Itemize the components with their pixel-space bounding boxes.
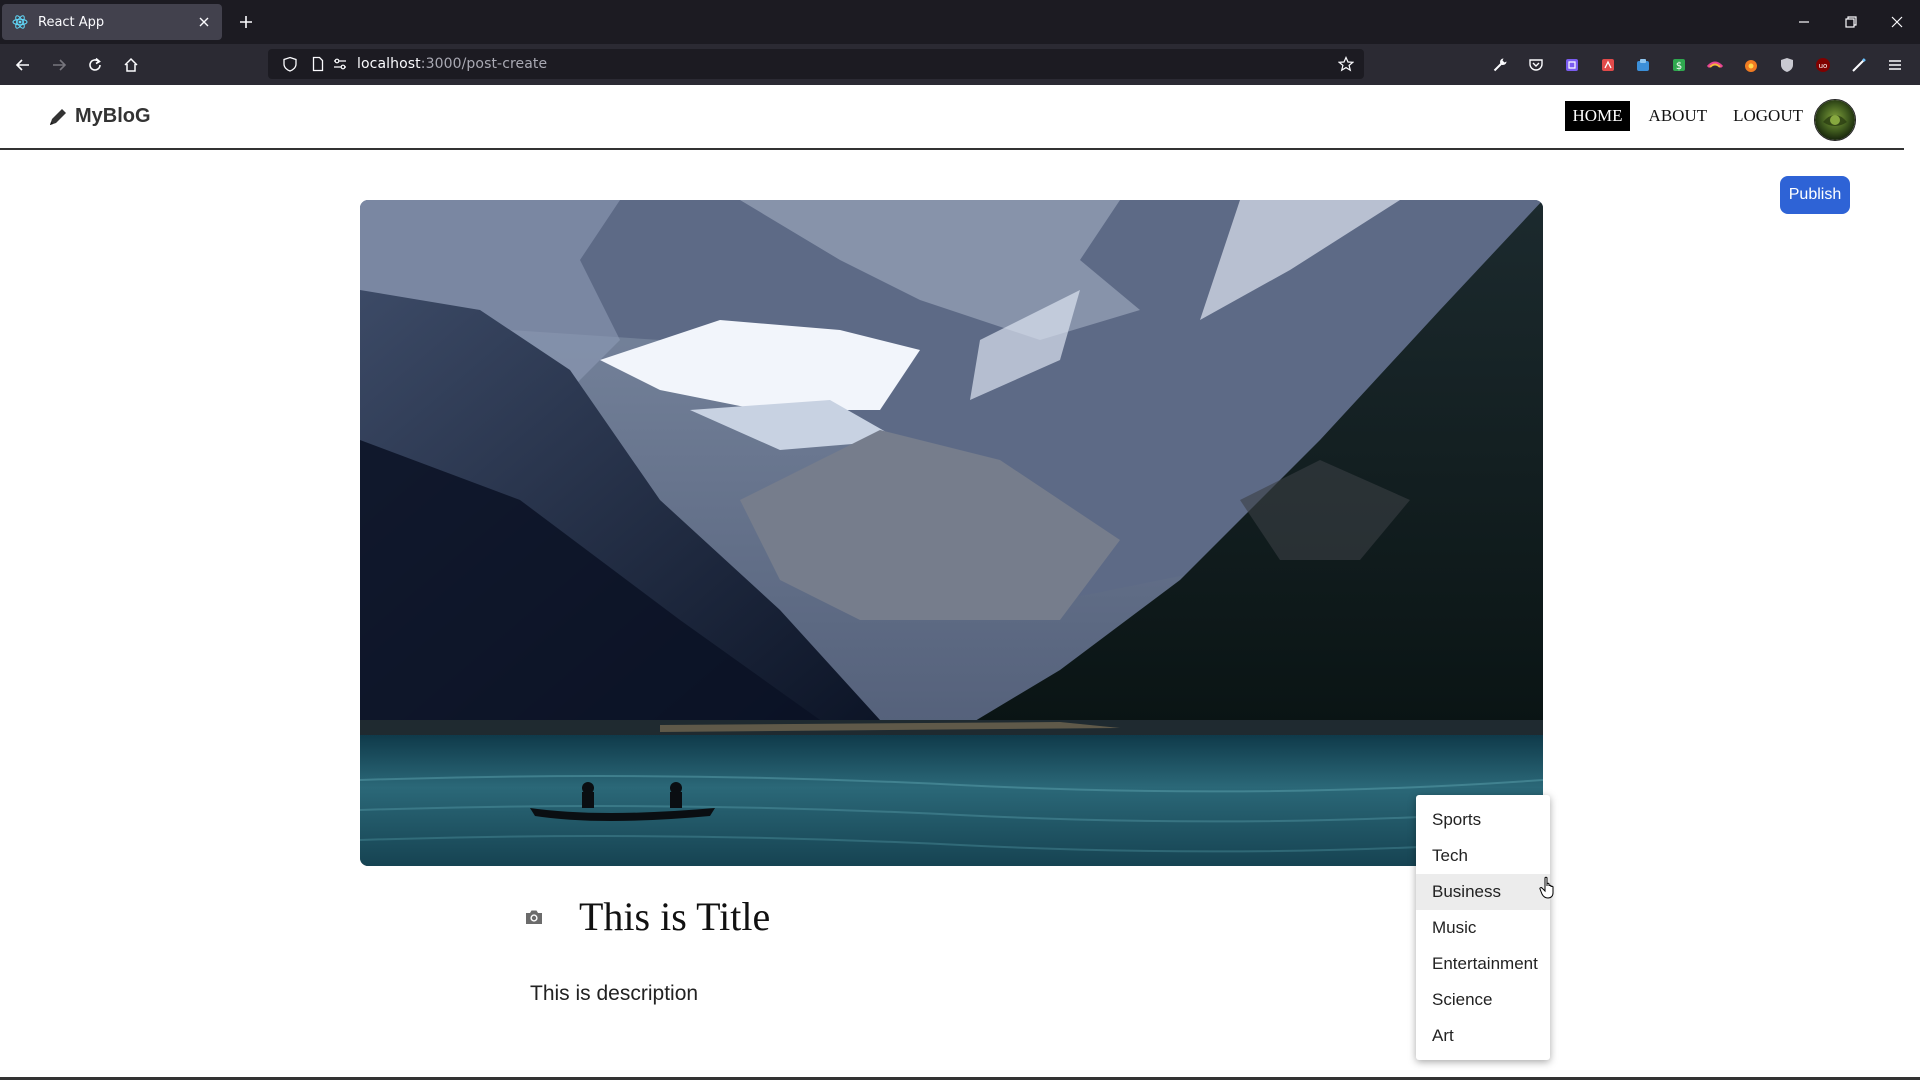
extension-icon[interactable] [1850, 56, 1868, 74]
avatar[interactable] [1814, 99, 1856, 141]
extension-icon[interactable]: uo [1814, 56, 1832, 74]
category-option-entertainment[interactable]: Entertainment [1416, 946, 1550, 982]
pocket-icon[interactable] [1527, 56, 1545, 74]
category-option-science[interactable]: Science [1416, 982, 1550, 1018]
react-favicon-icon [12, 15, 28, 29]
menu-icon[interactable] [1886, 56, 1904, 74]
category-option-music[interactable]: Music [1416, 910, 1550, 946]
site-header: MyBloG HOME ABOUT LOGOUT [0, 85, 1904, 150]
post-description-input[interactable]: This is description [530, 982, 698, 1006]
category-option-business[interactable]: Business [1416, 874, 1550, 910]
home-icon[interactable] [122, 56, 140, 74]
category-option-art[interactable]: Art [1416, 1018, 1550, 1054]
wrench-icon[interactable] [1491, 56, 1509, 74]
category-option-sports[interactable]: Sports [1416, 802, 1550, 838]
close-window-icon[interactable] [1889, 14, 1905, 30]
nav-about[interactable]: ABOUT [1642, 101, 1715, 131]
extension-icon[interactable]: $ [1670, 56, 1688, 74]
forward-arrow-icon[interactable] [50, 56, 68, 74]
post-title-input[interactable]: This is Title [579, 893, 770, 940]
extension-icon[interactable] [1742, 56, 1760, 74]
avatar-image [1815, 100, 1855, 140]
site-logo[interactable]: MyBloG [47, 105, 151, 128]
svg-text:$: $ [1676, 61, 1682, 72]
browser-tab[interactable]: React App [2, 4, 222, 40]
hand-cursor-icon [1539, 876, 1554, 899]
nav-home[interactable]: HOME [1565, 101, 1630, 131]
permissions-icon[interactable] [332, 56, 348, 72]
logo-text: MyBloG [75, 105, 151, 127]
shield-icon[interactable] [282, 56, 298, 72]
page-content: MyBloG HOME ABOUT LOGOUT Publish This is… [0, 85, 1920, 1080]
category-dropdown-menu: Sports Tech Business Music Entertainment… [1416, 795, 1550, 1060]
minimize-icon[interactable] [1796, 14, 1812, 30]
close-icon[interactable] [198, 16, 210, 28]
tab-title: React App [38, 14, 105, 30]
extension-icon[interactable] [1778, 56, 1796, 74]
nav-logout[interactable]: LOGOUT [1726, 101, 1810, 131]
reload-icon[interactable] [86, 56, 104, 74]
pen-icon [50, 108, 66, 125]
category-option-tech[interactable]: Tech [1416, 838, 1550, 874]
page-icon[interactable] [310, 56, 326, 72]
star-icon[interactable] [1338, 56, 1354, 72]
extension-icon[interactable] [1563, 56, 1581, 74]
browser-tab-strip: React App [0, 0, 1920, 44]
extension-icon[interactable] [1634, 56, 1652, 74]
extension-icon[interactable] [1706, 56, 1724, 74]
plus-icon[interactable] [238, 14, 254, 30]
restore-icon[interactable] [1843, 14, 1859, 30]
camera-icon[interactable] [523, 906, 545, 928]
publish-button[interactable]: Publish [1780, 176, 1850, 214]
back-arrow-icon[interactable] [14, 56, 32, 74]
post-header-image [360, 200, 1543, 866]
url-bar[interactable]: localhost:3000/post-create [268, 49, 1364, 79]
url-text: localhost:3000/post-create [357, 56, 547, 72]
url-path: :3000/post-create [420, 56, 548, 72]
svg-text:uo: uo [1819, 62, 1828, 70]
main-nav: HOME ABOUT LOGOUT [1553, 101, 1810, 131]
url-host: localhost [357, 56, 421, 72]
browser-toolbar: localhost:3000/post-create $ uo [0, 44, 1920, 86]
extension-icon[interactable] [1599, 56, 1617, 74]
